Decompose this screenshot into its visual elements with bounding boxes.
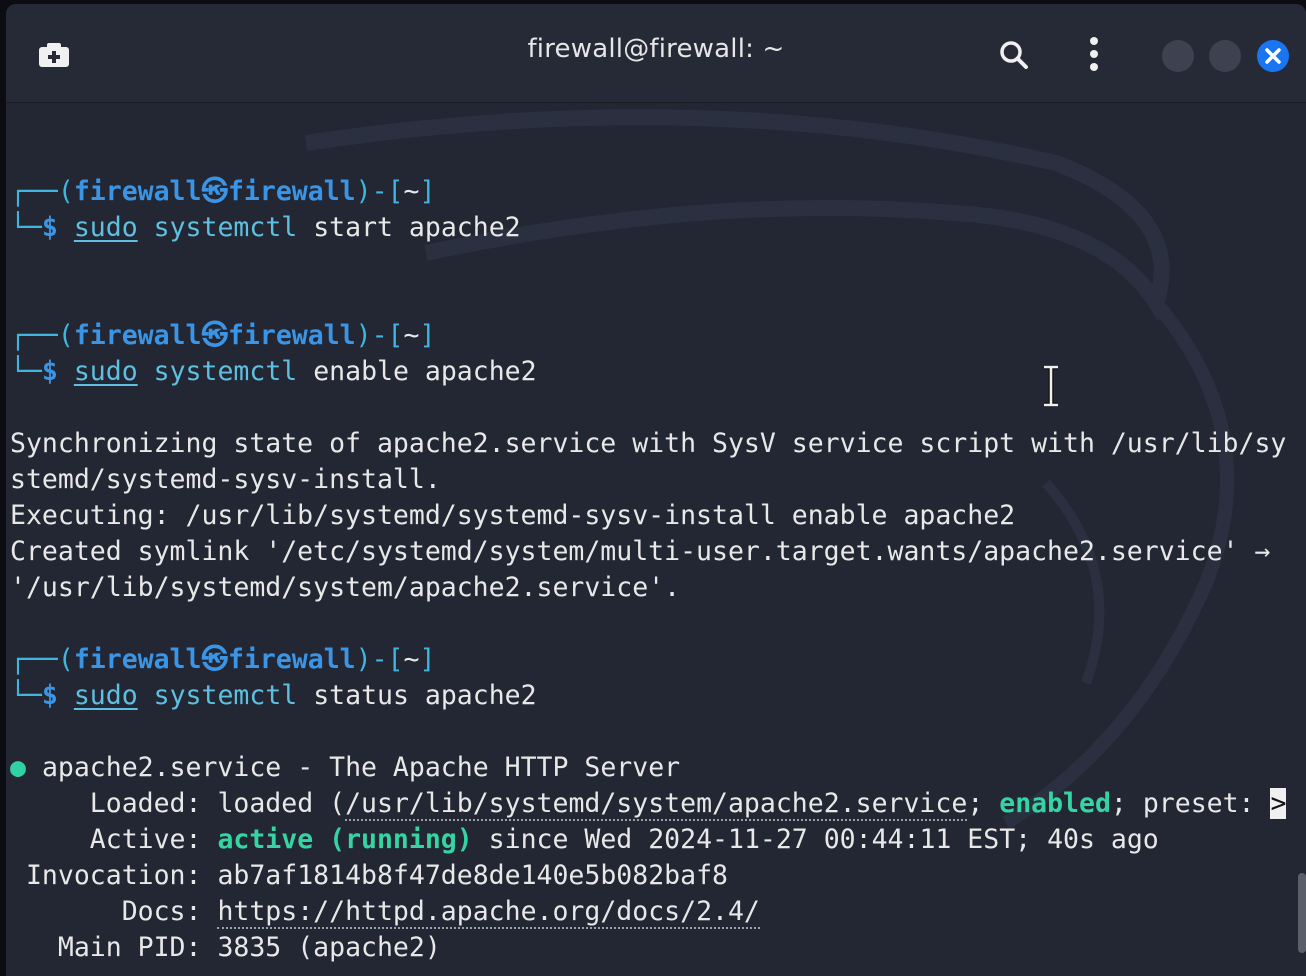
close-icon: [1265, 48, 1281, 64]
status-pid: Main PID: 3835 (apache2): [57, 932, 441, 963]
status-loaded: Loaded: loaded (/usr/lib/systemd/system/…: [89, 788, 1287, 821]
output-line: '/usr/lib/systemd/system/apache2.service…: [10, 572, 681, 603]
command-line: └─$ sudo systemctl start apache2: [10, 212, 521, 243]
status-docs: Docs: https://httpd.apache.org/docs/2.4/: [121, 896, 760, 929]
status-invocation: Invocation: ab7af1814b8f47de8de140e5b082…: [25, 860, 728, 891]
close-button[interactable]: [1257, 40, 1289, 72]
output-line: stemd/systemd-sysv-install.: [10, 464, 441, 495]
output-line: Executing: /usr/lib/systemd/systemd-sysv…: [10, 500, 1016, 531]
terminal-body[interactable]: ┌──(firewall㉿firewall)-[~] └─$ sudo syst…: [6, 103, 1306, 976]
truncation-marker: >: [1270, 788, 1287, 819]
command-line: └─$ sudo systemctl status apache2: [10, 680, 537, 711]
output-line: Synchronizing state of apache2.service w…: [10, 428, 1287, 459]
status-active: Active: active (running) since Wed 2024-…: [89, 824, 1159, 855]
output-line: Created symlink '/etc/systemd/system/mul…: [10, 536, 1271, 567]
kebab-menu-icon[interactable]: [1076, 34, 1112, 74]
scrollbar[interactable]: [1298, 873, 1306, 953]
status-dot-icon: ●: [10, 752, 26, 783]
prompt-host: firewall: [227, 176, 356, 207]
search-icon[interactable]: [996, 37, 1032, 73]
prompt-line: ┌──(firewall㉿firewall)-[~]: [10, 644, 436, 675]
minimize-button[interactable]: [1162, 40, 1194, 72]
prompt-line: ┌──(firewall㉿firewall)-[~]: [10, 320, 436, 351]
prompt-line: ┌──(firewall㉿firewall)-[~]: [10, 176, 436, 207]
text-cursor-icon: [1044, 365, 1058, 407]
terminal-window: firewall@firewall: ~ ┌──(firewall㉿firewa…: [6, 4, 1306, 976]
docs-link[interactable]: https://httpd.apache.org/docs/2.4/: [217, 896, 760, 929]
title-bar: firewall@firewall: ~: [6, 4, 1306, 103]
status-header: ● apache2.service - The Apache HTTP Serv…: [10, 752, 681, 783]
prompt-user: firewall: [73, 176, 202, 207]
command-line: └─$ sudo systemctl enable apache2: [10, 356, 537, 387]
maximize-button[interactable]: [1209, 40, 1241, 72]
